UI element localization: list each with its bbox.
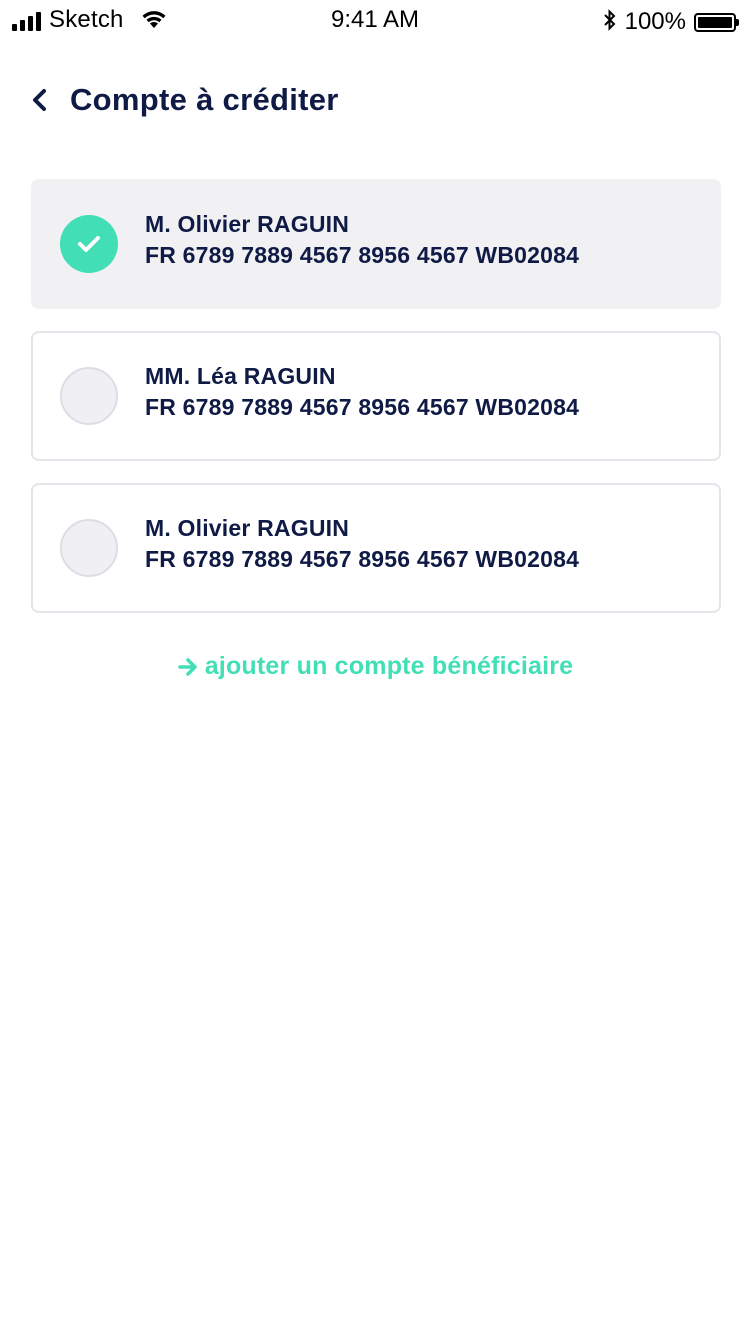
chevron-left-icon[interactable] (30, 80, 54, 120)
add-beneficiary-label: ajouter un compte bénéficiaire (204, 652, 574, 680)
account-holder-name: M. Olivier RAGUIN (145, 211, 350, 237)
radio-button[interactable] (60, 215, 118, 273)
account-list: M. Olivier RAGUIN FR 6789 7889 4567 8956… (31, 179, 721, 635)
status-bar: Sketch 9:41 AM 100% (0, 0, 750, 40)
account-card[interactable]: M. Olivier RAGUIN FR 6789 7889 4567 8956… (31, 179, 721, 309)
account-iban: FR 6789 7889 4567 8956 4567 WB02084 (145, 546, 580, 572)
bluetooth-icon (603, 8, 617, 37)
account-iban: FR 6789 7889 4567 8956 4567 WB02084 (145, 394, 580, 420)
account-iban: FR 6789 7889 4567 8956 4567 WB02084 (145, 242, 580, 268)
account-info: M. Olivier RAGUIN FR 6789 7889 4567 8956… (145, 513, 579, 575)
add-beneficiary-link[interactable]: ajouter un compte bénéficiaire (0, 652, 750, 681)
radio-button[interactable] (60, 519, 118, 577)
account-holder-name: M. Olivier RAGUIN (145, 515, 350, 541)
account-info: M. Olivier RAGUIN FR 6789 7889 4567 8956… (145, 209, 579, 271)
account-info: MM. Léa RAGUIN FR 6789 7889 4567 8956 45… (145, 361, 579, 423)
page-title: Compte à créditer (70, 82, 339, 117)
arrow-right-icon (177, 656, 199, 678)
radio-button[interactable] (60, 367, 118, 425)
account-card[interactable]: M. Olivier RAGUIN FR 6789 7889 4567 8956… (31, 483, 721, 613)
page-header: Compte à créditer (30, 80, 339, 120)
status-bar-right: 100% (603, 6, 739, 37)
battery-icon (694, 13, 739, 32)
account-holder-name: MM. Léa RAGUIN (145, 363, 336, 389)
check-icon (78, 236, 100, 252)
battery-level (698, 17, 732, 28)
account-card[interactable]: MM. Léa RAGUIN FR 6789 7889 4567 8956 45… (31, 331, 721, 461)
battery-percentage: 100% (624, 7, 686, 35)
